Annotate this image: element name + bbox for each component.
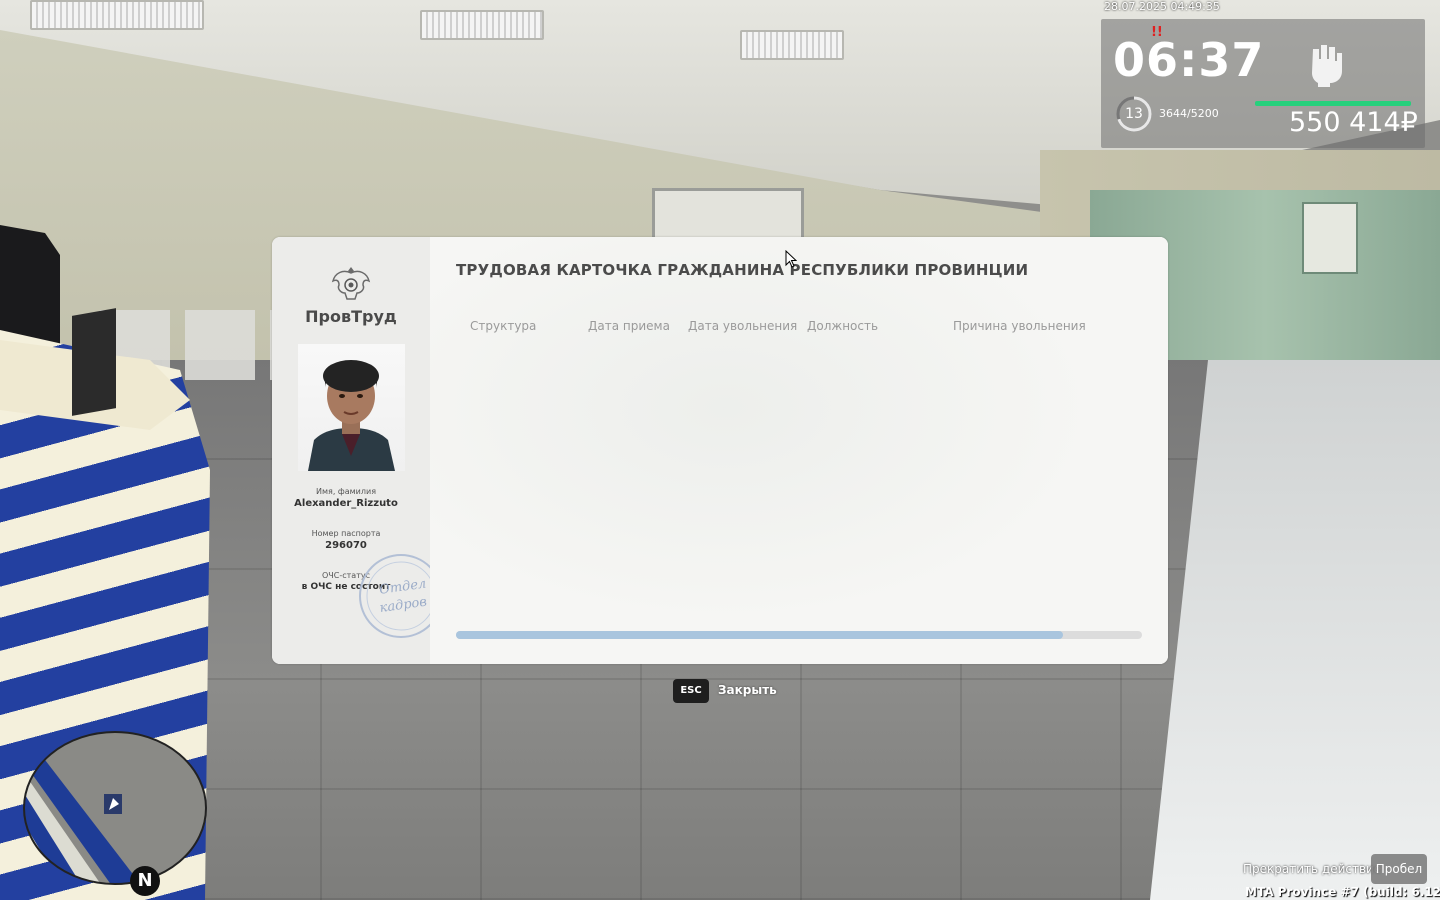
column-header-position: Должность — [807, 319, 879, 333]
stop-action-label: Прекратить действие — [1243, 862, 1382, 876]
fist-icon — [1312, 45, 1342, 87]
column-header-dismissal-reason: Причина увольнения — [953, 319, 1086, 333]
eagle-emblem-icon — [331, 267, 371, 300]
horizontal-scrollbar[interactable] — [456, 631, 1142, 639]
card-sidebar: ПровТруд Имя, фамилия Alexander_Rizzuto … — [272, 237, 443, 664]
close-label[interactable]: Закрыть — [718, 683, 777, 697]
scrollbar-thumb[interactable] — [456, 631, 1064, 639]
build-info: MTA Province #7 (build: 6.12415.9) — [1245, 885, 1440, 899]
card-content: ТРУДОВАЯ КАРТОЧКА ГРАЖДАНИНА РЕСПУБЛИКИ … — [430, 237, 1168, 664]
notice-board — [1302, 202, 1358, 274]
passport-label: Номер паспорта — [311, 529, 381, 538]
work-card-modal: ПровТруд Имя, фамилия Alexander_Rizzuto … — [272, 237, 1168, 664]
service-window — [652, 188, 804, 244]
hud-clock: 06:37 — [1113, 33, 1265, 87]
money-balance: 550 414₽ — [1289, 107, 1418, 138]
column-header-structure: Структура — [470, 319, 537, 333]
ceiling-light — [420, 10, 544, 40]
passport-value: 296070 — [325, 540, 367, 551]
citizen-photo — [298, 344, 405, 471]
xp-counter: 3644/5200 — [1159, 107, 1219, 120]
org-name: ПровТруд — [305, 307, 397, 326]
hud-panel: 06:37 !! 13 3644/5200 550 414₽ — [1101, 19, 1425, 148]
mouse-cursor-icon — [785, 250, 797, 268]
space-key-button[interactable]: Пробел — [1371, 854, 1427, 884]
avatar — [308, 360, 395, 471]
column-header-hire-date: Дата приема — [588, 319, 670, 333]
card-title: ТРУДОВАЯ КАРТОЧКА ГРАЖДАНИНА РЕСПУБЛИКИ … — [456, 261, 1029, 279]
hud-alert-mark: !! — [1151, 25, 1163, 40]
column-header-dismissal-date: Дата увольнения — [688, 319, 798, 333]
north-indicator: N — [130, 866, 160, 896]
level-number: 13 — [1125, 106, 1143, 122]
counter-monitor — [72, 308, 116, 416]
health-bar — [1255, 101, 1411, 106]
ceiling-light — [740, 30, 844, 60]
ceiling-light — [30, 0, 204, 30]
name-value: Alexander_Rizzuto — [294, 498, 398, 509]
minimap — [23, 731, 207, 885]
esc-key-button[interactable]: ESC — [673, 679, 709, 703]
name-label: Имя, фамилия — [315, 487, 377, 496]
stamp-line-2: кадров — [379, 595, 428, 616]
timestamp: 28.07.2025 04:49:35 — [1104, 0, 1220, 13]
